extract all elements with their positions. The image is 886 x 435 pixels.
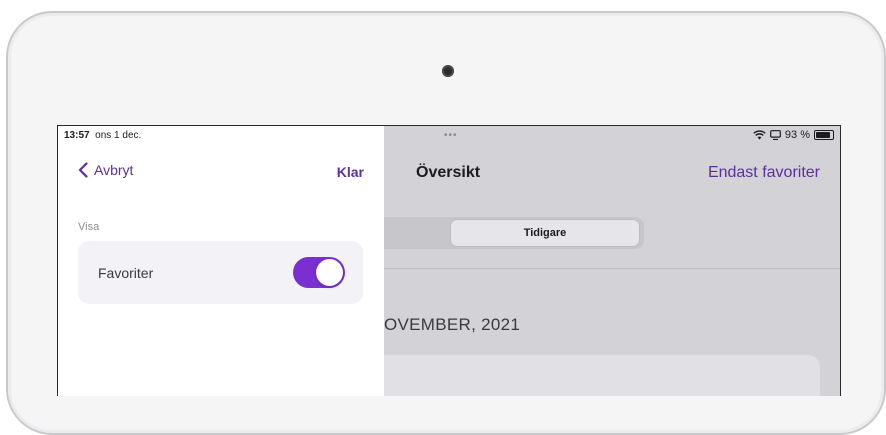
screen: ••• 93 % Översikt Endast favoriter Tidig… bbox=[57, 125, 841, 396]
settings-popover: 13:57 ons 1 dec. Avbryt Klar Visa Favori… bbox=[58, 126, 384, 396]
battery-icon bbox=[814, 130, 834, 140]
only-favorites-button[interactable]: Endast favoriter bbox=[708, 164, 820, 182]
favorites-label: Favoriter bbox=[98, 264, 154, 281]
status-bar-right: 93 % bbox=[753, 129, 834, 141]
camera-icon bbox=[442, 65, 454, 77]
divider bbox=[384, 268, 840, 269]
status-time: 13:57 bbox=[64, 130, 90, 141]
done-button[interactable]: Klar bbox=[337, 164, 364, 180]
segment-earlier[interactable]: Tidigare bbox=[450, 219, 640, 247]
battery-percent: 93 % bbox=[784, 129, 810, 141]
favorites-row: Favoriter bbox=[78, 241, 363, 304]
segmented-control[interactable]: Tidigare bbox=[384, 217, 644, 249]
multitask-indicator[interactable]: ••• bbox=[444, 130, 458, 141]
toggle-knob bbox=[316, 259, 343, 286]
chevron-left-icon bbox=[78, 162, 88, 178]
favorites-toggle[interactable] bbox=[293, 257, 345, 288]
section-label: Visa bbox=[78, 221, 100, 233]
status-bar-left: 13:57 ons 1 dec. bbox=[64, 130, 141, 141]
cancel-label: Avbryt bbox=[94, 162, 134, 178]
list-card[interactable] bbox=[384, 355, 820, 396]
background-app: ••• 93 % Översikt Endast favoriter Tidig… bbox=[384, 126, 840, 396]
page-title: Översikt bbox=[416, 164, 481, 181]
cancel-button[interactable]: Avbryt bbox=[78, 162, 133, 178]
wifi-icon bbox=[753, 130, 766, 140]
screen-mirror-icon bbox=[770, 130, 781, 140]
month-section-header: OVEMBER, 2021 bbox=[384, 315, 521, 334]
status-date: ons 1 dec. bbox=[95, 130, 142, 141]
